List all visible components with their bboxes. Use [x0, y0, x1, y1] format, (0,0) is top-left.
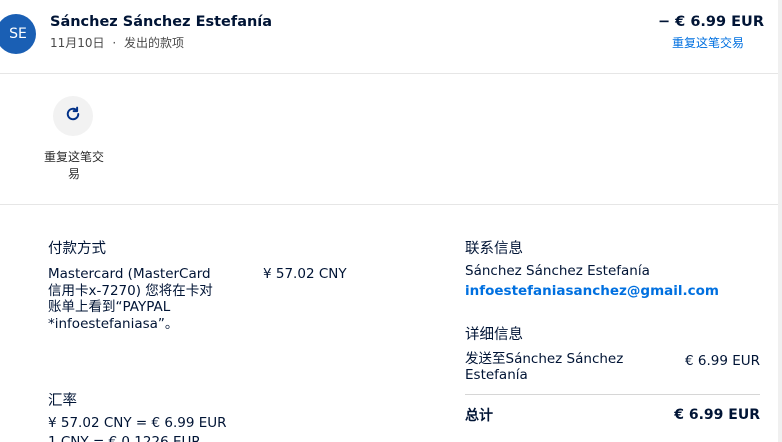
sent-to-label: 发送至Sánchez Sánchez Estefanía	[465, 351, 624, 383]
contact-email-link[interactable]: infoestefaniasanchez@gmail.com	[465, 283, 719, 299]
action-bar: 重复这笔交易	[0, 75, 778, 205]
refresh-icon	[64, 105, 82, 127]
repeat-transaction-button[interactable]	[53, 96, 93, 136]
total-amount: € 6.99 EUR	[674, 407, 760, 423]
total-divider	[465, 394, 760, 395]
exchange-rate-conversion: ¥ 57.02 CNY = € 6.99 EUR	[48, 415, 227, 431]
transaction-amount: − € 6.99 EUR	[657, 14, 764, 30]
exchange-rate-unit: 1 CNY = € 0.1226 EUR	[48, 434, 201, 442]
recipient-name: Sánchez Sánchez Estefanía	[50, 14, 273, 30]
sent-amount: € 6.99 EUR	[684, 353, 760, 369]
repeat-transaction-link[interactable]: 重复这笔交易	[672, 34, 744, 51]
transaction-subline: 11月10日 · 发出的款项	[50, 34, 184, 51]
contact-info-title: 联系信息	[465, 241, 523, 257]
repeat-transaction-label: 重复这笔交易	[43, 150, 104, 181]
payment-method-title: 付款方式	[48, 241, 106, 257]
transaction-header: SE Sánchez Sánchez Estefanía 11月10日 · 发出…	[0, 0, 782, 74]
transaction-date: 11月10日	[50, 36, 105, 50]
payment-method-amount: ¥ 57.02 CNY	[263, 266, 347, 282]
total-label: 总计	[465, 408, 493, 424]
details-title: 详细信息	[465, 327, 523, 343]
contact-name: Sánchez Sánchez Estefanía	[465, 263, 650, 279]
scrollbar-track[interactable]	[778, 0, 782, 442]
exchange-rate-title: 汇率	[48, 393, 77, 409]
payment-method-description: Mastercard (MasterCard信用卡x-7270) 您将在卡对账单…	[48, 266, 213, 332]
subline-separator: ·	[112, 36, 117, 50]
avatar: SE	[0, 14, 36, 54]
transaction-type: 发出的款项	[124, 36, 185, 50]
transaction-details: 付款方式 Mastercard (MasterCard信用卡x-7270) 您将…	[0, 206, 778, 442]
